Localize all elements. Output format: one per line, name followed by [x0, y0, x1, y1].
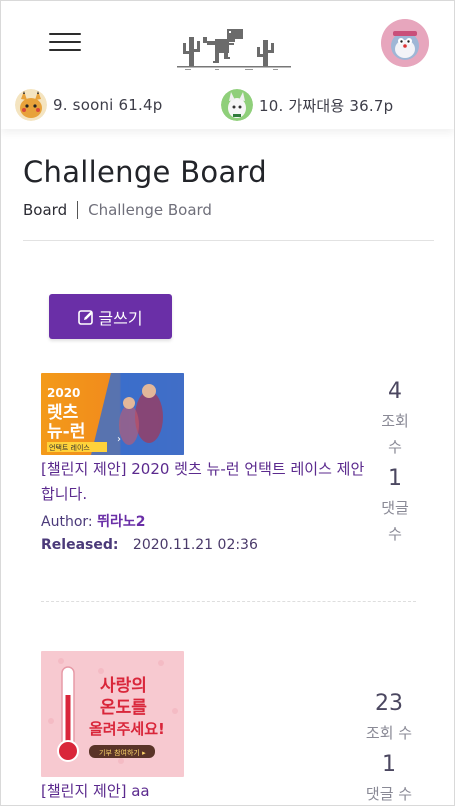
views-count: 23	[375, 691, 403, 716]
post-thumbnail[interactable]: 2020 렛츠 뉴-런 언택트 레이스 ›	[41, 373, 184, 455]
breadcrumb-board-link[interactable]: Board	[23, 201, 67, 219]
released-label: Released:	[41, 537, 119, 553]
post-stats: 23 조회 수 1 댓글 수	[363, 691, 415, 805]
breadcrumb-separator	[77, 201, 79, 219]
rank-item[interactable]: 10. 가짜대용 36.7p	[221, 89, 393, 121]
ranking-bar: 9. sooni 61.4p 10. 가짜대용 36.7p	[13, 87, 454, 123]
views-count: 4	[388, 379, 402, 404]
pikachu-avatar-icon	[15, 89, 47, 121]
thumb-line1: 렛츠	[47, 403, 79, 423]
thumb-year: 2020	[47, 386, 80, 400]
donation-banner-image: 사랑의 온도를 올려주세요! 기부 참여하기 ▸	[41, 651, 184, 777]
post-released: Released: 2020.11.21 02:36	[41, 537, 419, 559]
thumb-line1: 사랑의	[100, 676, 147, 696]
dinosaur-logo-icon[interactable]	[175, 23, 293, 73]
author-name[interactable]: 뛰라노2	[97, 514, 145, 530]
breadcrumb-current: Challenge Board	[88, 201, 212, 219]
post-title-link[interactable]: [챌린지 제안] aa	[41, 779, 366, 804]
profile-avatar[interactable]	[381, 19, 429, 67]
post-title-link[interactable]: [챌린지 제안] 2020 렛츠 뉴-런 언택트 레이스 제안합니다.	[41, 457, 366, 507]
edit-icon	[78, 309, 94, 325]
app-frame: 9. sooni 61.4p 10. 가짜대용 36.7p Challenge …	[0, 0, 455, 806]
views-label: 조회 수	[381, 412, 409, 456]
rank-text: 10. 가짜대용 36.7p	[259, 96, 394, 115]
title-area: Challenge Board Board Challenge Board	[23, 155, 434, 219]
breadcrumb: Board Challenge Board	[23, 201, 434, 219]
post-stats: 4 조회 수 1 댓글 수	[370, 379, 420, 547]
write-button-label: 글쓰기	[98, 308, 143, 328]
thumb-line2: 뉴-런	[47, 422, 85, 442]
comments-count: 1	[388, 466, 402, 491]
top-header: 9. sooni 61.4p 10. 가짜대용 36.7p	[1, 1, 454, 129]
released-date: 2020.11.21 02:36	[132, 537, 258, 553]
thumb-tag: 언택트 레이스	[49, 443, 90, 452]
views-label: 조회 수	[365, 724, 413, 742]
author-label: Author:	[41, 514, 93, 530]
comments-label: 댓글 수	[381, 499, 409, 543]
thumb-line3: 올려주세요!	[89, 720, 165, 738]
post-divider	[41, 601, 416, 602]
hamburger-menu-icon[interactable]	[49, 29, 83, 55]
post-author: Author: 뛰라노2	[41, 511, 419, 533]
comments-count: 1	[382, 752, 396, 777]
doraemon-avatar-icon	[381, 19, 429, 67]
page-title: Challenge Board	[23, 155, 267, 189]
svg-text:›: ›	[117, 434, 121, 445]
rank-text: 9. sooni 61.4p	[53, 96, 163, 114]
race-banner-image: 2020 렛츠 뉴-런 언택트 레이스 ›	[41, 373, 184, 455]
rank-item[interactable]: 9. sooni 61.4p	[15, 89, 162, 121]
post-thumbnail[interactable]: 사랑의 온도를 올려주세요! 기부 참여하기 ▸	[41, 651, 184, 777]
comments-label: 댓글 수	[365, 785, 413, 803]
character-avatar-icon	[221, 89, 253, 121]
thumb-line2: 온도를	[100, 698, 147, 718]
title-divider	[23, 240, 434, 241]
post-item: 2020 렛츠 뉴-런 언택트 레이스 › [챌린지 제안] 2020 렛츠 뉴…	[41, 373, 419, 559]
thumb-button: 기부 참여하기 ▸	[99, 748, 146, 757]
write-post-button[interactable]: 글쓰기	[49, 294, 172, 339]
